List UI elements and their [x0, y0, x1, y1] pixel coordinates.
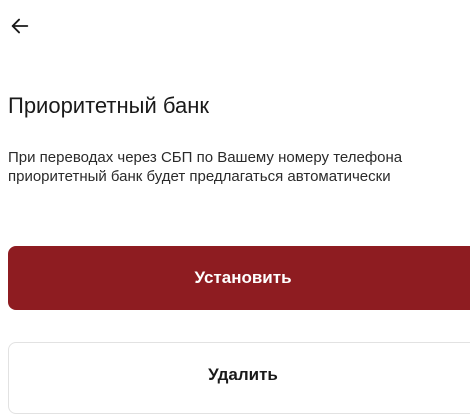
page-title: Приоритетный банк [8, 93, 209, 118]
set-button-label: Установить [194, 268, 292, 287]
arrow-left-icon [9, 15, 31, 42]
set-button[interactable]: Установить [8, 246, 470, 310]
delete-button[interactable]: Удалить [8, 342, 470, 414]
page-description: При переводах через СБП по Вашему номеру… [8, 149, 403, 185]
back-button[interactable] [4, 12, 36, 44]
delete-button-label: Удалить [208, 365, 278, 384]
